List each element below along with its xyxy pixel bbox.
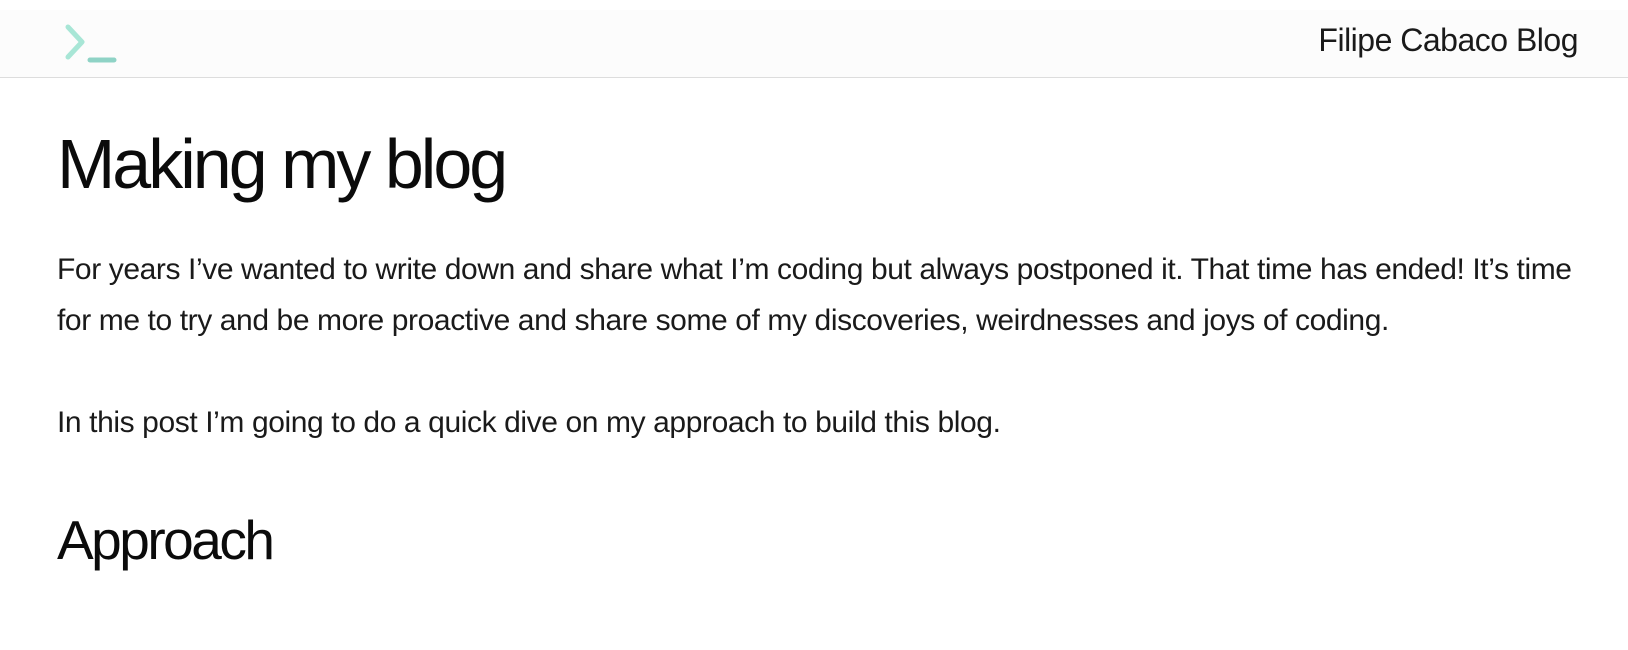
post-paragraph: In this post I’m going to do a quick div… — [57, 406, 1001, 439]
section-heading: Approach — [57, 509, 275, 571]
post-content: Making my blog For years I’ve wanted to … — [57, 78, 1577, 572]
site-title-link[interactable]: Filipe Cabaco Blog — [1318, 22, 1578, 59]
post-paragraph: For years I’ve wanted to write down and … — [57, 253, 1572, 337]
site-header: Filipe Cabaco Blog — [0, 10, 1628, 78]
terminal-prompt-icon[interactable] — [64, 23, 120, 65]
post-title: Making my blog — [57, 125, 508, 203]
